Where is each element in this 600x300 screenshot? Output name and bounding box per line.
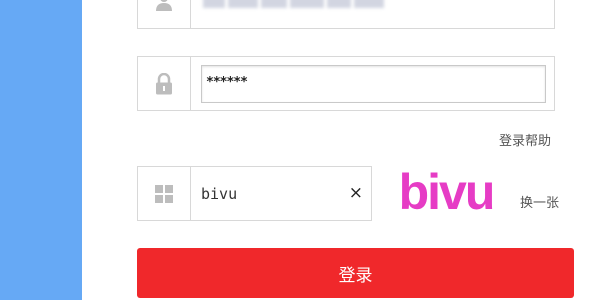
password-field-row: ****** [137, 56, 555, 111]
side-panel [0, 0, 82, 300]
login-help-link[interactable]: 登录帮助 [499, 130, 551, 149]
login-button-label: 登录 [338, 265, 373, 286]
lock-icon [138, 57, 191, 110]
captcha-image[interactable]: bivu [386, 167, 506, 217]
password-input[interactable]: ****** [201, 65, 546, 103]
captcha-input[interactable]: bivu × [191, 167, 371, 220]
captcha-field-row: bivu × [137, 166, 372, 221]
captcha-input-value: bivu [201, 184, 238, 203]
user-icon [138, 0, 191, 28]
login-button[interactable]: 登录 [137, 248, 574, 298]
username-field-row [137, 0, 555, 29]
refresh-captcha-link[interactable]: 换一张 [520, 192, 559, 211]
close-icon[interactable]: × [349, 185, 363, 202]
username-input[interactable] [191, 0, 554, 28]
grid-icon [138, 167, 191, 220]
